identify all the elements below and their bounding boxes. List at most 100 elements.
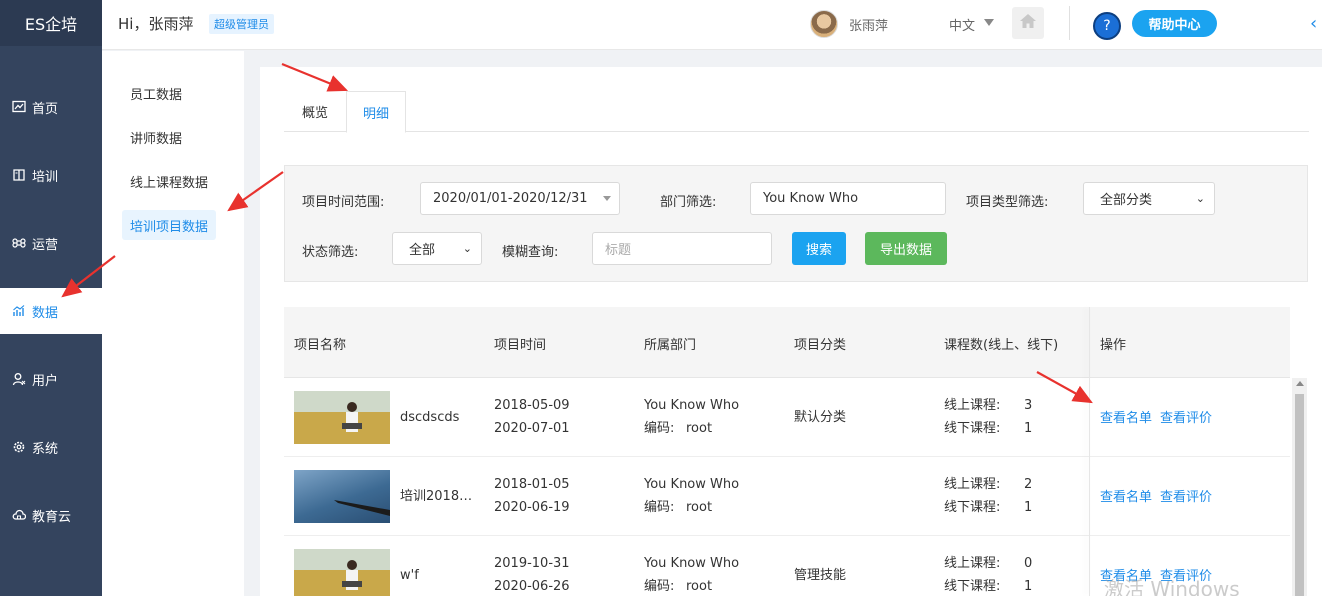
language-select[interactable]: 中文 <box>949 15 975 34</box>
fuzzy-search-input[interactable]: 标题 <box>592 232 772 265</box>
status-value: 全部 <box>409 243 436 258</box>
avatar[interactable] <box>810 10 838 38</box>
nav-item-label: 运营 <box>32 237 59 253</box>
windows-activation-watermark: 激活 Windows <box>1104 577 1240 596</box>
nav-item-label: 教育云 <box>32 509 72 525</box>
tab-detail[interactable]: 明细 <box>346 91 406 133</box>
nav-item-label: 用户 <box>32 373 59 389</box>
search-button[interactable]: 搜索 <box>792 232 846 265</box>
submenu-item-employee-data[interactable]: 员工数据 <box>122 78 190 108</box>
nav-item-users[interactable]: 用户 <box>0 356 102 402</box>
column-header-actions: 操作 <box>1100 338 1127 353</box>
brand-logo[interactable]: ES企培 <box>0 0 102 46</box>
submenu-item-online-course-data[interactable]: 线上课程数据 <box>122 166 216 196</box>
offline-course-count: 1 <box>1024 579 1033 594</box>
project-department: You Know Who <box>644 477 740 492</box>
nav-item-operations[interactable]: 运营 <box>0 220 102 266</box>
project-table: 项目名称 项目时间 所属部门 项目分类 课程数(线上、线下) 操作 dscdsc… <box>284 307 1290 596</box>
nav-item-system[interactable]: 系统 <box>0 424 102 470</box>
home-button[interactable] <box>1012 7 1044 39</box>
view-reviews-link[interactable]: 查看评价 <box>1160 486 1212 505</box>
project-end-date: 2020-06-26 <box>494 579 570 594</box>
help-center-button[interactable]: 帮助中心 <box>1132 10 1217 37</box>
column-header-name: 项目名称 <box>294 338 347 353</box>
nav-item-label: 数据 <box>32 305 59 321</box>
main-panel: 概览 明细 项目时间范围: 2020/01/01-2020/12/31 部门筛选… <box>260 67 1322 596</box>
time-range-value: 2020/01/01-2020/12/31 <box>433 191 588 206</box>
scroll-up-icon[interactable] <box>1296 381 1304 386</box>
submenu-item-lecturer-data[interactable]: 讲师数据 <box>122 122 190 152</box>
project-end-date: 2020-06-19 <box>494 500 570 515</box>
header-divider <box>1069 6 1070 40</box>
status-select[interactable]: 全部 ⌄ <box>392 232 482 265</box>
filter-panel: 项目时间范围: 2020/01/01-2020/12/31 部门筛选: You … <box>284 165 1308 282</box>
project-type-select[interactable]: 全部分类 ⌄ <box>1083 182 1215 215</box>
tab-overview[interactable]: 概览 <box>284 91 346 132</box>
table-row: 培训2018… 2018-01-05 2020-06-19 You Know W… <box>284 457 1290 536</box>
offline-course-label: 线下课程: <box>944 421 1001 436</box>
department-filter-input[interactable]: You Know Who <box>750 182 946 215</box>
chart-line-icon <box>11 99 27 115</box>
fuzzy-search-placeholder: 标题 <box>605 243 632 258</box>
project-thumbnail <box>294 391 390 444</box>
nav-item-edu-cloud[interactable]: 教育云 <box>0 492 102 538</box>
offline-course-label: 线下课程: <box>944 579 1001 594</box>
online-course-count: 3 <box>1024 398 1033 413</box>
user-icon <box>11 371 27 387</box>
view-list-link[interactable]: 查看名单 <box>1100 486 1152 505</box>
project-code: root <box>686 421 713 436</box>
online-course-label: 线上课程: <box>944 556 1001 571</box>
project-department: You Know Who <box>644 556 740 571</box>
view-list-link[interactable]: 查看名单 <box>1100 407 1152 426</box>
user-name[interactable]: 张雨萍 <box>849 15 888 34</box>
project-type-value: 全部分类 <box>1100 193 1153 208</box>
nav-item-label: 首页 <box>32 101 59 117</box>
column-header-department: 所属部门 <box>644 338 697 353</box>
table-header: 项目名称 项目时间 所属部门 项目分类 课程数(线上、线下) 操作 <box>284 307 1290 378</box>
table-row: dscdscds 2018-05-09 2020-07-01 You Know … <box>284 378 1290 457</box>
project-category: 管理技能 <box>794 568 847 583</box>
chevron-left-icon[interactable]: ‹ <box>1310 13 1317 34</box>
offline-course-count: 1 <box>1024 421 1033 436</box>
chevron-down-icon: ⌄ <box>462 242 472 255</box>
view-reviews-link[interactable]: 查看评价 <box>1160 407 1212 426</box>
time-range-label: 项目时间范围: <box>302 195 385 210</box>
gear-icon <box>11 439 27 455</box>
project-thumbnail <box>294 549 390 596</box>
help-question-icon[interactable]: ? <box>1093 12 1121 40</box>
nav-item-training[interactable]: 培训 <box>0 152 102 198</box>
nav-item-data[interactable]: 数据 <box>0 288 102 334</box>
time-range-input[interactable]: 2020/01/01-2020/12/31 <box>420 182 620 215</box>
top-header: Hi，张雨萍 超级管理员 张雨萍 中文 ? 帮助中心 ‹ <box>102 0 1322 50</box>
project-code-label: 编码: <box>644 421 675 436</box>
offline-course-count: 1 <box>1024 500 1033 515</box>
project-code-label: 编码: <box>644 500 675 515</box>
role-badge: 超级管理员 <box>209 14 274 34</box>
project-thumbnail <box>294 470 390 523</box>
project-code-label: 编码: <box>644 579 675 594</box>
project-code: root <box>686 500 713 515</box>
nav-item-label: 系统 <box>32 441 59 457</box>
online-course-label: 线上课程: <box>944 477 1001 492</box>
project-end-date: 2020-07-01 <box>494 421 570 436</box>
chevron-down-icon: ⌄ <box>1195 192 1205 205</box>
caret-down-icon <box>603 196 611 201</box>
status-filter-label: 状态筛选: <box>302 245 359 260</box>
actions-column-divider <box>1089 307 1090 596</box>
project-name[interactable]: w'f <box>400 564 419 587</box>
table-scrollbar[interactable] <box>1292 378 1307 596</box>
submenu-item-training-project-data[interactable]: 培训项目数据 <box>122 210 217 240</box>
project-name[interactable]: 培训2018… <box>400 485 472 508</box>
project-department: You Know Who <box>644 398 740 413</box>
department-filter-value: You Know Who <box>763 191 859 206</box>
export-data-button[interactable]: 导出数据 <box>865 232 947 265</box>
caret-down-icon <box>984 19 994 26</box>
project-name[interactable]: dscdscds <box>400 406 459 429</box>
column-header-time: 项目时间 <box>494 338 547 353</box>
bar-trend-icon <box>11 303 27 319</box>
cloud-icon <box>11 507 27 523</box>
nav-item-home[interactable]: 首页 <box>0 84 102 130</box>
tab-bar: 概览 明细 <box>284 91 1309 133</box>
scrollbar-thumb[interactable] <box>1295 394 1304 596</box>
department-filter-label: 部门筛选: <box>660 195 717 210</box>
